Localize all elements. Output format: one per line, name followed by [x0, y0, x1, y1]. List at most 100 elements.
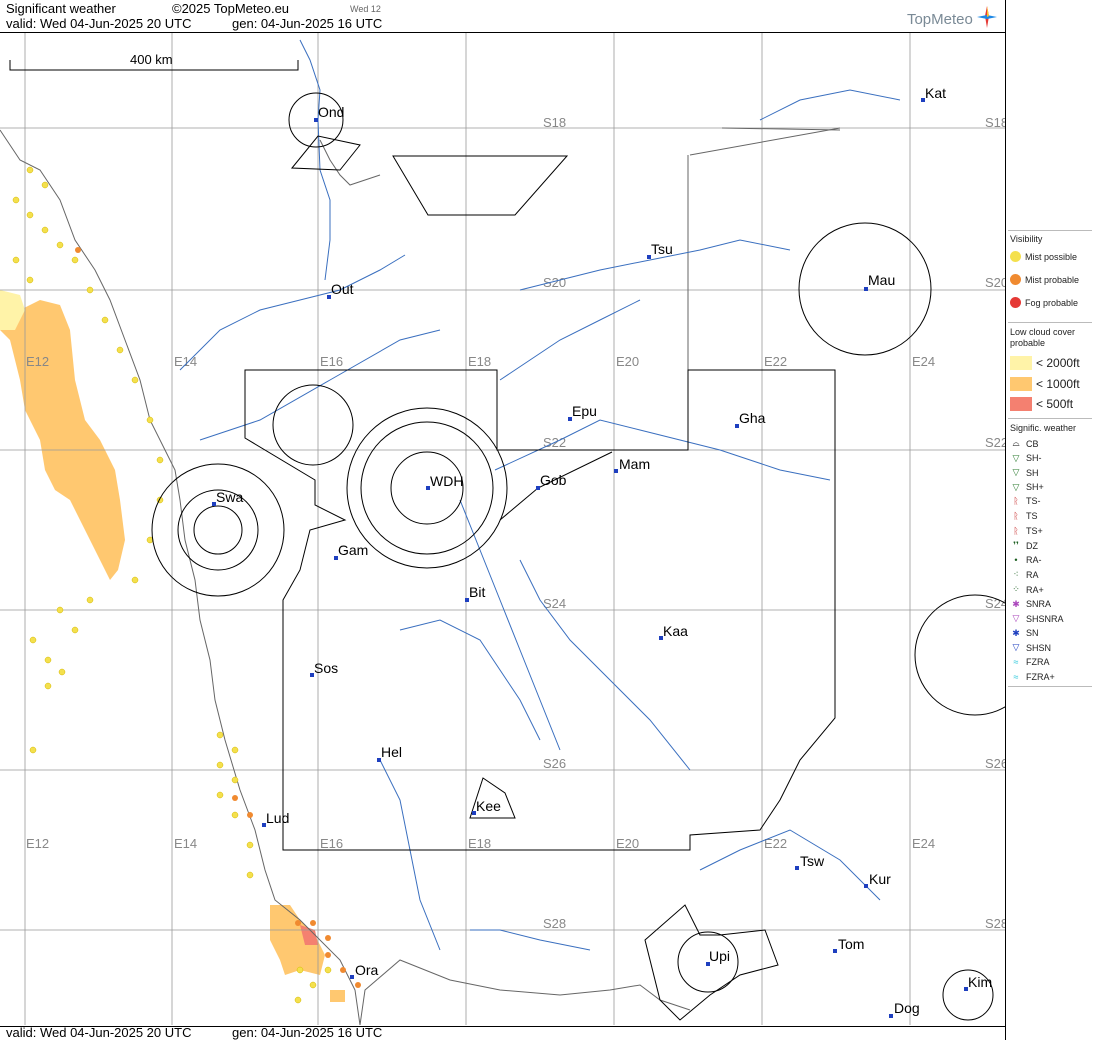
svg-text:Ond: Ond	[318, 104, 344, 120]
legend-cloud-title-1: Low cloud cover	[1010, 327, 1076, 337]
legend-weather-ra: ⁖ RA	[1010, 569, 1038, 580]
legend-weather-sh: ▽ SH	[1010, 467, 1039, 478]
map-footer: valid: Wed 04-Jun-2025 20 UTC gen: 04-Ju…	[0, 1025, 1005, 1041]
lat-label: S28	[985, 916, 1005, 931]
scale-bar: 400 km	[9, 52, 299, 71]
legend-mist-possible: Mist possible	[1010, 251, 1077, 262]
city-out: Out	[327, 281, 354, 299]
lat-label: S20	[985, 275, 1005, 290]
legend-weather-label: CB	[1026, 438, 1039, 449]
legend-weather-ra-: ⁘ RA+	[1010, 584, 1044, 595]
header-title: Significant weather	[6, 1, 116, 16]
lat-label: S28	[543, 916, 566, 931]
city-ora: Ora	[350, 962, 379, 979]
city-swa: Swa	[212, 489, 243, 506]
svg-text:Upi: Upi	[709, 948, 730, 964]
zone-east	[914, 594, 1005, 716]
legend-weather-sh-: ▽ SH+	[1010, 482, 1044, 493]
lon-label: E20	[616, 836, 639, 851]
svg-text:Dog: Dog	[894, 1000, 920, 1016]
svg-text:Gob: Gob	[540, 472, 567, 488]
city-kur: Kur	[864, 871, 891, 888]
svg-text:Mam: Mam	[619, 456, 650, 472]
lat-label: S20	[543, 275, 566, 290]
svg-text:Tsw: Tsw	[800, 853, 825, 869]
lon-label: E22	[764, 836, 787, 851]
city-tsw: Tsw	[795, 853, 825, 870]
weather-symbol-icon: ❜❜	[1013, 540, 1019, 551]
lat-label: S26	[543, 756, 566, 771]
svg-text:Epu: Epu	[572, 403, 597, 419]
lon-label: E14	[174, 836, 197, 851]
city-kat: Kat	[921, 85, 946, 102]
footer-generated: gen: 04-Jun-2025 16 UTC	[232, 1025, 383, 1040]
legend-weather-ts-: ᚱ TS+	[1010, 526, 1042, 536]
scale-label: 400 km	[130, 52, 173, 67]
mist-possible-icon	[1010, 251, 1021, 262]
legend-weather-label: SH+	[1026, 482, 1044, 493]
city-markers[interactable]: Ond Kat Tsu Out Mau Epu Gha Mam Gob WDH …	[212, 85, 992, 1018]
zone-polygon-north	[392, 155, 569, 216]
legend-weather-label: SH-	[1026, 453, 1042, 464]
legend-weather-label: FZRA+	[1026, 671, 1055, 682]
city-hel: Hel	[377, 744, 402, 762]
weather-symbol-icon: ⌓	[1012, 438, 1020, 448]
legend-cloud-title-2: probable	[1010, 338, 1046, 348]
legend-weather-label: FZRA	[1026, 657, 1050, 667]
lat-label: S22	[985, 435, 1005, 450]
legend-weather-label: SHSNRA	[1026, 613, 1064, 624]
mist-probable-icon	[1010, 274, 1021, 285]
legend-fog-probable: Fog probable	[1010, 297, 1078, 308]
svg-text:Tom: Tom	[838, 936, 864, 952]
city-lud: Lud	[262, 810, 289, 827]
legend-visibility-title: Visibility	[1010, 234, 1043, 244]
lat-label: S18	[985, 115, 1005, 130]
legend-weather-dz: ❜❜ DZ	[1010, 540, 1038, 551]
svg-text:Sos: Sos	[314, 660, 338, 676]
city-mau: Mau	[864, 272, 895, 291]
lon-label: E20	[616, 354, 639, 369]
cloud-1000-swatch	[1010, 377, 1032, 391]
compass-icon	[977, 6, 997, 28]
borders	[0, 127, 841, 1025]
weather-map[interactable]: E12 E14 E16 E18 E20 E22 E24 E12 E14 E16 …	[0, 33, 1005, 1025]
lon-label: E24	[912, 836, 935, 851]
weather-symbol-icon: ▽	[1012, 481, 1020, 492]
lat-label: S26	[985, 756, 1005, 771]
header-generated: gen: 04-Jun-2025 16 UTC	[232, 16, 383, 31]
city-gam: Gam	[334, 542, 368, 560]
weather-symbol-icon: ✱	[1012, 598, 1020, 609]
legend-weather-fzra: ≈ FZRA	[1010, 657, 1050, 667]
legend-weather-ts-: ᚱ TS-	[1010, 496, 1040, 506]
legend-weather-sh-: ▽ SH-	[1010, 453, 1042, 464]
zone-circle-1	[272, 384, 354, 466]
weather-symbol-icon: ᚱ	[1013, 511, 1019, 521]
legend-weather-snra: ✱ SNRA	[1010, 599, 1051, 610]
city-wdh: WDH	[426, 473, 463, 490]
svg-text:Kat: Kat	[925, 85, 946, 101]
logo-text: TopMeteo	[906, 11, 973, 28]
legend-weather-shsn: ▽ SHSN	[1010, 642, 1051, 653]
legend-weather-cb: ⌓ CB	[1010, 438, 1039, 449]
city-gob: Gob	[536, 472, 567, 490]
lon-label: E12	[26, 354, 49, 369]
svg-text:Out: Out	[331, 281, 354, 297]
weather-symbol-icon: ▽	[1012, 452, 1020, 463]
svg-text:Gam: Gam	[338, 542, 368, 558]
legend-weather-label: RA-	[1026, 554, 1042, 565]
low-cloud-area	[0, 290, 345, 1002]
weather-symbol-icon: ▽	[1012, 467, 1020, 478]
lon-label: E16	[320, 836, 343, 851]
legend-weather-ts: ᚱ TS	[1010, 511, 1037, 521]
svg-text:Ora: Ora	[355, 962, 379, 978]
svg-text:Kaa: Kaa	[663, 623, 688, 639]
city-ond: Ond	[314, 104, 344, 122]
header-valid: valid: Wed 04-Jun-2025 20 UTC	[6, 16, 192, 31]
legend-weather-label: SN	[1026, 628, 1039, 639]
weather-symbol-icon: ⁖	[1013, 569, 1019, 580]
svg-text:Gha: Gha	[739, 410, 766, 426]
legend-weather-title: Signific. weather	[1010, 423, 1077, 433]
weather-symbol-icon: •	[1014, 554, 1018, 565]
legend-cloud-500: < 500ft	[1010, 397, 1073, 411]
lon-label: E12	[26, 836, 49, 851]
